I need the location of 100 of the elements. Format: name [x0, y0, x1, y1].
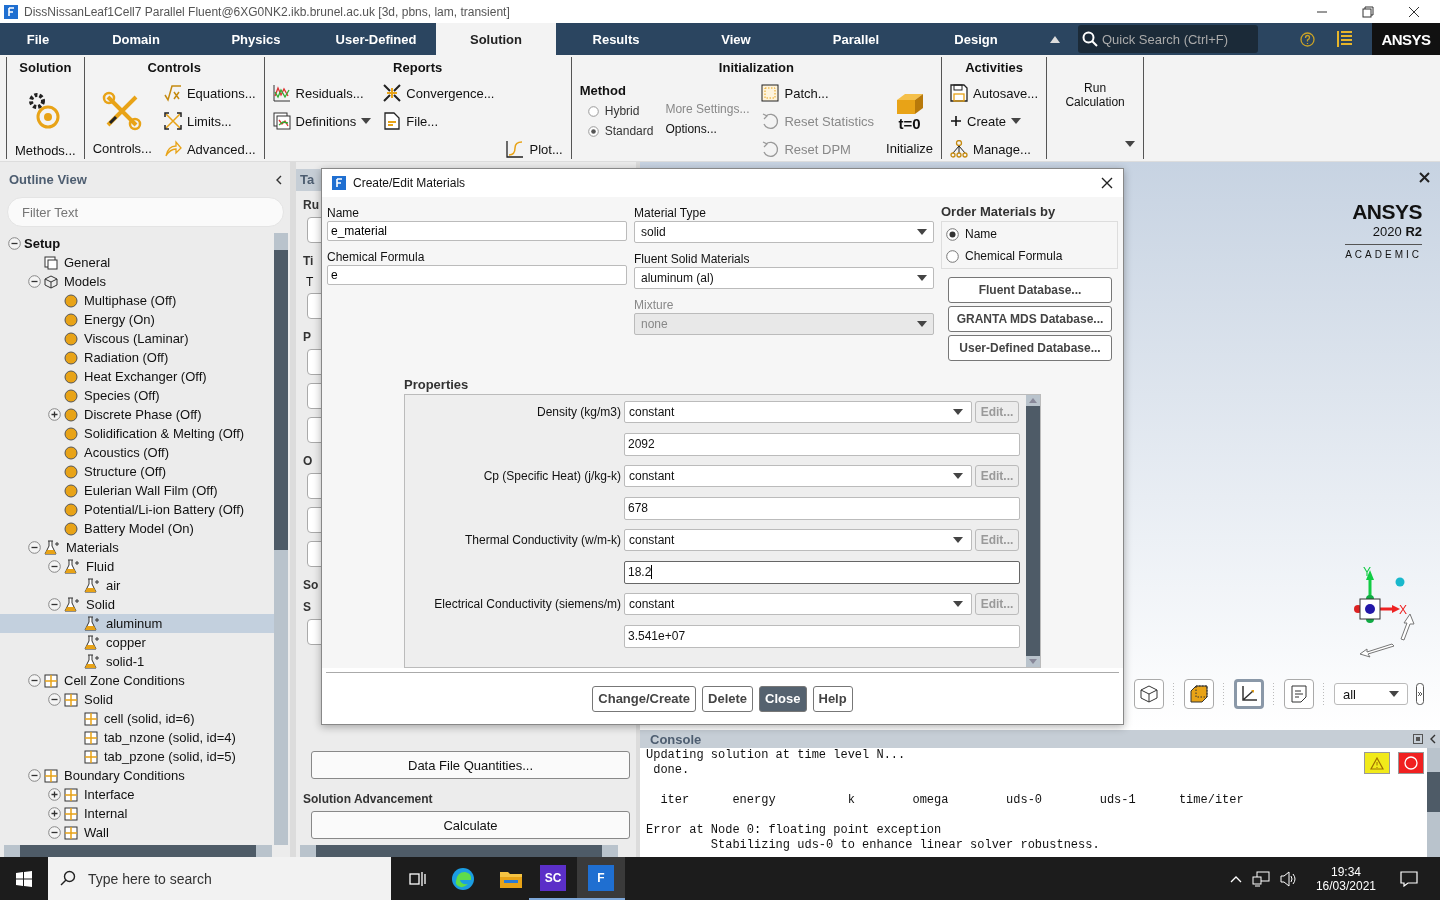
run-calculation-button[interactable]: Run Calculation — [1055, 80, 1136, 109]
restore-icon[interactable] — [1362, 5, 1374, 18]
tree-item[interactable]: Setup — [0, 234, 274, 253]
tree-item[interactable]: Fluid — [0, 557, 274, 576]
tree-item[interactable]: Eulerian Wall Film (Off) — [0, 481, 274, 500]
value-field[interactable]: 3.541e+07 — [624, 624, 1020, 648]
collapse-icon[interactable] — [27, 769, 41, 782]
collapse-icon[interactable] — [27, 275, 41, 288]
close-icon[interactable] — [1419, 172, 1430, 183]
tree-item[interactable]: Interface — [0, 785, 274, 804]
formula-field[interactable]: e — [327, 265, 627, 285]
database-button[interactable]: Fluent Database... — [948, 277, 1112, 303]
scrollbar[interactable] — [4, 845, 272, 857]
collapse-icon[interactable] — [47, 826, 61, 839]
tree-item[interactable]: air — [0, 576, 274, 595]
scrollbar[interactable] — [1427, 748, 1440, 857]
database-button[interactable]: GRANTA MDS Database... — [948, 306, 1112, 332]
ribbon-button[interactable]: Controls... — [92, 79, 152, 156]
ribbon-button[interactable]: Advanced... — [163, 135, 256, 163]
ribbon-button[interactable]: Residuals... — [272, 79, 372, 107]
tree-item[interactable]: Acoustics (Off) — [0, 443, 274, 462]
tree-item[interactable]: Structure (Off) — [0, 462, 274, 481]
detach-icon[interactable] — [1413, 734, 1423, 744]
tree-item[interactable]: Wall — [0, 823, 274, 842]
dialog-button[interactable]: Delete — [702, 685, 754, 712]
ribbon-button[interactable]: Autosave... — [950, 79, 1039, 107]
ribbon-button[interactable]: Equations... — [163, 79, 256, 107]
quick-search-field[interactable]: Quick Search (Ctrl+F) — [1078, 25, 1258, 53]
ribbon-button[interactable]: Patch... — [761, 79, 875, 107]
ribbon-button[interactable]: Methods... — [15, 81, 76, 158]
speaker-icon[interactable] — [1279, 870, 1298, 887]
collapse-icon[interactable] — [47, 693, 61, 706]
tree-item[interactable]: Models — [0, 272, 274, 291]
dialog-button[interactable]: Help — [812, 685, 853, 712]
name-field[interactable]: e_material — [327, 221, 627, 241]
tree-item[interactable]: solid-1 — [0, 652, 274, 671]
close-icon[interactable] — [1101, 177, 1113, 189]
ribbon-button[interactable]: Convergence... — [383, 79, 495, 107]
collapse-icon[interactable] — [27, 541, 41, 554]
tree-item[interactable]: copper — [0, 633, 274, 652]
tree-item[interactable]: aluminum — [0, 614, 274, 633]
expand-icon[interactable] — [47, 788, 61, 801]
scrollbar[interactable] — [274, 233, 288, 845]
ribbon-link[interactable]: Options... — [665, 119, 750, 139]
ribbon-tab[interactable]: Parallel — [796, 23, 916, 55]
tree-item[interactable]: Materials — [0, 538, 274, 557]
search-field[interactable]: Type here to search — [48, 857, 391, 900]
dialog-button[interactable]: Close — [759, 685, 807, 712]
value-field[interactable]: 2092 — [624, 432, 1020, 456]
tree-item[interactable]: Solid — [0, 595, 274, 614]
tree-item[interactable]: Solidification & Melting (Off) — [0, 424, 274, 443]
chevron-left-icon[interactable] — [275, 174, 282, 185]
list-icon[interactable] — [1337, 30, 1353, 48]
toolbar-button[interactable] — [1234, 679, 1264, 709]
ribbon-button[interactable]: Definitions — [272, 107, 372, 135]
tree-item[interactable]: Internal — [0, 804, 274, 823]
tree-item[interactable]: tab_nzone (solid, id=4) — [0, 728, 274, 747]
filter-field[interactable]: Filter Text — [7, 197, 284, 227]
method-dropdown[interactable]: constant — [624, 465, 972, 487]
ribbon-tab[interactable]: Results — [556, 23, 676, 55]
ribbon-tab[interactable]: Domain — [76, 23, 196, 55]
method-dropdown[interactable]: constant — [624, 401, 972, 423]
ribbon-button[interactable]: Limits... — [163, 107, 256, 135]
radio-button[interactable]: Hybrid — [579, 101, 654, 121]
windows-logo-icon[interactable] — [16, 870, 32, 887]
method-dropdown[interactable]: constant — [624, 593, 972, 615]
collapse-icon[interactable] — [47, 560, 61, 573]
tree-item[interactable]: tab_pzone (solid, id=5) — [0, 747, 274, 766]
tree-item[interactable]: Discrete Phase (Off) — [0, 405, 274, 424]
tree-item[interactable]: Species (Off) — [0, 386, 274, 405]
ribbon-tab[interactable]: Physics — [196, 23, 316, 55]
task-view-icon[interactable] — [409, 870, 427, 887]
view-dropdown[interactable]: all — [1334, 683, 1408, 705]
collapse-icon[interactable] — [7, 237, 21, 250]
tree-item[interactable]: Radiation (Off) — [0, 348, 274, 367]
ribbon-tab[interactable]: Solution — [436, 23, 556, 55]
tree-item[interactable]: Multiphase (Off) — [0, 291, 274, 310]
help-icon[interactable] — [1300, 31, 1315, 47]
close-icon[interactable] — [1408, 5, 1420, 18]
notification-icon[interactable] — [1400, 870, 1418, 887]
materials-dropdown[interactable]: aluminum (al) — [634, 267, 934, 289]
taskbar-app[interactable]: F — [577, 857, 625, 900]
material-type-dropdown[interactable]: solid — [634, 221, 934, 243]
ribbon-tab[interactable]: View — [676, 23, 796, 55]
chevron-up-icon[interactable] — [1229, 874, 1242, 883]
toolbar-button[interactable] — [1184, 679, 1214, 709]
tree-item[interactable]: Heat Exchanger (Off) — [0, 367, 274, 386]
network-icon[interactable] — [1251, 870, 1270, 887]
tree-item[interactable]: General — [0, 253, 274, 272]
stop-button[interactable] — [1398, 752, 1424, 774]
ribbon-button[interactable]: Create — [950, 107, 1039, 135]
warning-button[interactable] — [1364, 752, 1390, 774]
clock-date[interactable]: 16/03/2021 — [1315, 878, 1376, 893]
tree-item[interactable]: Potential/Li-ion Battery (Off) — [0, 500, 274, 519]
ribbon-tab[interactable]: User-Defined — [316, 23, 436, 55]
radio-button[interactable]: Chemical Formula — [946, 247, 1113, 265]
radio-button[interactable]: Name — [946, 225, 1113, 243]
method-dropdown[interactable]: constant — [624, 529, 972, 551]
ribbon-button[interactable]: Manage... — [950, 135, 1039, 163]
collapse-ribbon-icon[interactable] — [1050, 35, 1060, 43]
